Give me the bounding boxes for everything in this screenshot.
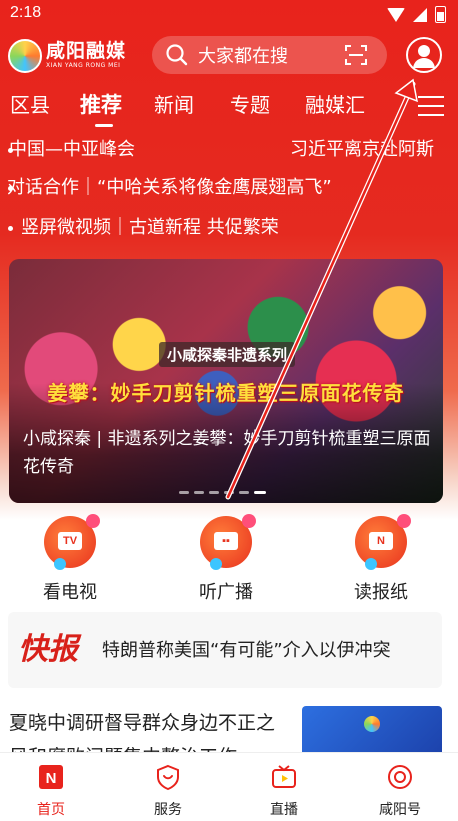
flash-news[interactable]: 快报 特朗普称美国“有可能”介入以伊冲突: [8, 612, 442, 688]
tab-districts[interactable]: 区县: [10, 88, 50, 122]
service-icon: [157, 764, 179, 791]
flash-news-logo: 快报: [18, 632, 78, 667]
tab-media-hub[interactable]: 融媒汇: [305, 88, 365, 122]
tab-topics[interactable]: 专题: [230, 88, 270, 122]
status-icons: [387, 6, 446, 23]
quick-link-label: 读报纸: [354, 582, 408, 603]
banner-headline: 姜攀：妙手刀剪针梳重塑三原面花传奇: [47, 381, 405, 405]
logo-pinyin: XIAN YANG RONG MEI: [46, 62, 121, 69]
app-logo[interactable]: 咸阳融媒 XIAN YANG RONG MEI: [8, 38, 138, 74]
newspaper-glyph: N: [369, 532, 393, 550]
headline-text: 对话合作｜“中哈关系将像金鹰展翅高飞”: [8, 177, 332, 198]
logo-mark-icon: [8, 39, 42, 73]
headline-text: 习近平离京赴阿斯: [290, 139, 434, 160]
svg-text:N: N: [46, 770, 57, 787]
tab-news[interactable]: 新闻: [154, 88, 194, 122]
banner-caption: 小咸探秦 | 非遗系列之姜攀：妙手刀剪针梳重塑三原面花传奇: [23, 429, 431, 477]
nav-label: 服务: [154, 802, 182, 818]
bottom-nav: N 首页 服务 直播 咸阳号: [0, 752, 458, 821]
bullet-icon: [8, 225, 13, 231]
menu-icon[interactable]: [418, 96, 444, 116]
headline-text: 中国—中亚峰会: [9, 139, 135, 160]
live-icon: [272, 765, 296, 788]
quick-link-radio[interactable]: ▪▪ 听广播: [181, 514, 271, 604]
headline-item[interactable]: 习近平离京赴阿斯: [290, 136, 450, 164]
wifi-icon: [387, 7, 405, 22]
quick-link-label: 看电视: [43, 582, 97, 603]
newspaper-icon: N: [355, 514, 411, 570]
nav-xianyang[interactable]: 咸阳号: [365, 763, 435, 819]
scan-icon[interactable]: [345, 44, 367, 66]
status-time: 2:18: [10, 4, 42, 21]
battery-icon: [435, 6, 446, 23]
logo-title: 咸阳融媒: [46, 41, 127, 62]
featured-banner[interactable]: 小咸探秦非遗系列 姜攀：妙手刀剪针梳重塑三原面花传奇 小咸探秦 | 非遗系列之姜…: [9, 259, 443, 503]
logo-text: 咸阳融媒 XIAN YANG RONG MEI: [46, 42, 126, 70]
nav-label: 直播: [270, 802, 298, 818]
headline-item[interactable]: 竖屏微视频｜古道新程 共促繁荣: [8, 214, 279, 242]
signal-icon: [413, 7, 427, 22]
headline-item[interactable]: 中国—中亚峰会: [8, 136, 278, 164]
quick-link-tv[interactable]: TV 看电视: [25, 514, 115, 604]
pagination-dot: [224, 491, 234, 494]
headline-text: 竖屏微视频｜古道新程 共促繁荣: [21, 217, 279, 238]
nav-label: 咸阳号: [379, 802, 421, 818]
user-icon[interactable]: [406, 37, 442, 73]
pagination-dot: [194, 491, 204, 494]
thumbnail-logo-icon: [364, 716, 380, 732]
nav-home[interactable]: N 首页: [16, 763, 86, 819]
xianyang-icon: [388, 765, 412, 789]
search-icon: [166, 44, 188, 66]
nav-label: 首页: [37, 802, 65, 818]
headline-item[interactable]: 对话合作｜“中哈关系将像金鹰展翅高飞”: [8, 174, 378, 202]
user-glyph: [413, 45, 435, 68]
nav-live[interactable]: 直播: [249, 763, 319, 819]
pagination-dot-active: [254, 491, 266, 494]
pagination-dot: [209, 491, 219, 494]
pagination-dot: [179, 491, 189, 494]
quick-link-label: 听广播: [199, 582, 253, 603]
tab-recommended[interactable]: 推荐: [80, 88, 122, 122]
home-icon: N: [39, 765, 63, 789]
banner-tag: 小咸探秦非遗系列: [159, 342, 296, 367]
quick-link-newspaper[interactable]: N 读报纸: [336, 514, 426, 604]
channel-tabs: 区县 推荐 新闻 专题 融媒汇: [0, 88, 458, 128]
search-placeholder: 大家都在搜: [198, 46, 288, 67]
nav-service[interactable]: 服务: [133, 763, 203, 819]
search-bar[interactable]: 大家都在搜: [152, 36, 387, 74]
flash-news-text: 特朗普称美国“有可能”介入以伊冲突: [102, 640, 391, 661]
active-tab-indicator: [95, 124, 113, 127]
radio-glyph: ▪▪: [214, 532, 238, 550]
tv-glyph: TV: [58, 532, 82, 550]
tv-icon: TV: [44, 514, 100, 570]
banner-pagination: [179, 491, 266, 494]
pagination-dot: [239, 491, 249, 494]
radio-icon: ▪▪: [200, 514, 256, 570]
status-bar: 2:18: [0, 0, 458, 28]
